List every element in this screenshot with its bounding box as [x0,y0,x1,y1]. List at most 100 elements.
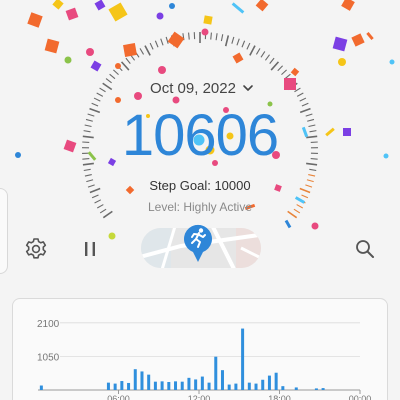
hourly-bar [133,369,137,390]
gauge-tick [231,36,235,44]
gauge-tick [210,32,212,40]
hourly-bar [281,386,285,390]
gauge-tick [93,97,101,102]
hourly-bar [160,381,164,390]
gauge-tick [120,61,130,71]
y-tick-label: 1050 [37,352,60,363]
gauge-tick [308,174,316,177]
gauge-tick [160,38,164,46]
step-count: 10606 [121,103,279,168]
date-selector[interactable]: Oct 09, 2022 [140,76,264,100]
hourly-bar [314,388,318,390]
hourly-bar [180,381,184,390]
hourly-bar [200,376,204,390]
hourly-bar [254,383,258,390]
step-goal: Step Goal: 10000 [0,178,400,193]
side-panel-handle[interactable] [0,188,8,274]
gauge-tick [84,174,92,177]
gauge-tick [134,51,140,58]
hourly-bar [194,379,198,390]
gauge-tick [299,97,307,102]
gauge-tick [277,65,284,72]
gauge-tick [188,32,190,40]
x-tick-label: 12:00 [188,394,211,400]
gauge-tick [284,73,291,80]
gauge-tick [91,194,99,199]
x-tick-label: 18:00 [268,394,291,400]
gauge-tick [83,168,91,172]
hourly-bar [167,382,171,390]
hourly-bar [247,382,251,390]
search-icon[interactable] [352,236,378,262]
gauge-tick [116,65,123,72]
hourly-bar [174,381,178,390]
gauge-tick [224,35,230,47]
hourly-bar [227,384,231,390]
gauge-tick [309,168,317,172]
running-person-icon[interactable] [183,222,213,264]
gauge-tick [109,73,116,80]
gauge-tick [96,92,104,97]
hourly-bar [140,371,144,390]
date-label: Oct 09, 2022 [150,79,236,97]
activity-level-label: Level: [147,200,184,214]
gauge-tick [264,54,270,61]
hourly-bar [113,383,117,390]
gauge-tick [113,69,119,76]
pedometer-screen: Oct 09, 2022 10606 Step Goal: 10000 Leve… [0,0,400,400]
hourly-bar [321,388,325,390]
gauge-tick [149,42,154,50]
gauge-tick [182,33,185,41]
gauge-tick [260,51,266,58]
gauge-tick [130,54,136,61]
gauge-tick [236,38,240,46]
activity-level-value: Highly Active [183,200,253,214]
hourly-bar [127,382,131,390]
gauge-tick [102,82,113,91]
hourly-bar [261,379,265,390]
hourly-bar [234,383,238,390]
gauge-tick [287,82,298,91]
chevron-down-icon [243,85,253,91]
pause-icon[interactable] [77,236,103,262]
hourly-bar [147,374,151,390]
activity-level: Level: Highly Active [0,200,400,214]
gauge-tick [249,45,256,56]
step-goal-value: 10000 [214,178,251,193]
gauge-tick [288,78,295,84]
hourly-bar [267,375,271,390]
gauge-tick [165,36,169,44]
x-tick-label: 00:00 [349,394,372,400]
hourly-bar [220,370,224,390]
hourly-bar [187,377,191,390]
gauge-tick [125,57,131,64]
gauge-tick [215,33,218,41]
hourly-bar [274,372,278,390]
gauge-tick [139,48,145,55]
gear-icon[interactable] [23,236,49,262]
gauge-tick [220,34,224,42]
gauge-tick [176,34,180,42]
gauge-tick [170,35,176,47]
gauge-tick [296,92,304,97]
gauge-tick [99,87,106,93]
gauge-tick [154,40,159,48]
x-tick-label: 06:00 [107,394,130,400]
gauge-tick [105,78,112,84]
hourly-steps-chart: 2100 1050 06:00 12:00 18:00 00:00 [37,319,372,400]
hourly-bar [207,382,211,390]
gauge-tick [269,57,275,64]
hourly-bar [106,382,110,390]
gauge-tick [241,40,246,48]
hourly-bar [294,387,298,390]
hourly-bar [153,381,157,390]
gauge-tick [144,45,151,56]
hourly-bar [39,385,43,390]
y-tick-label: 2100 [37,319,60,330]
gauge-tick [301,194,309,199]
gauge-tick [270,61,280,71]
step-goal-label: Step Goal: [149,178,215,193]
gauge-tick [246,42,251,50]
hourly-bar [214,356,218,390]
hourly-bar [120,381,124,390]
